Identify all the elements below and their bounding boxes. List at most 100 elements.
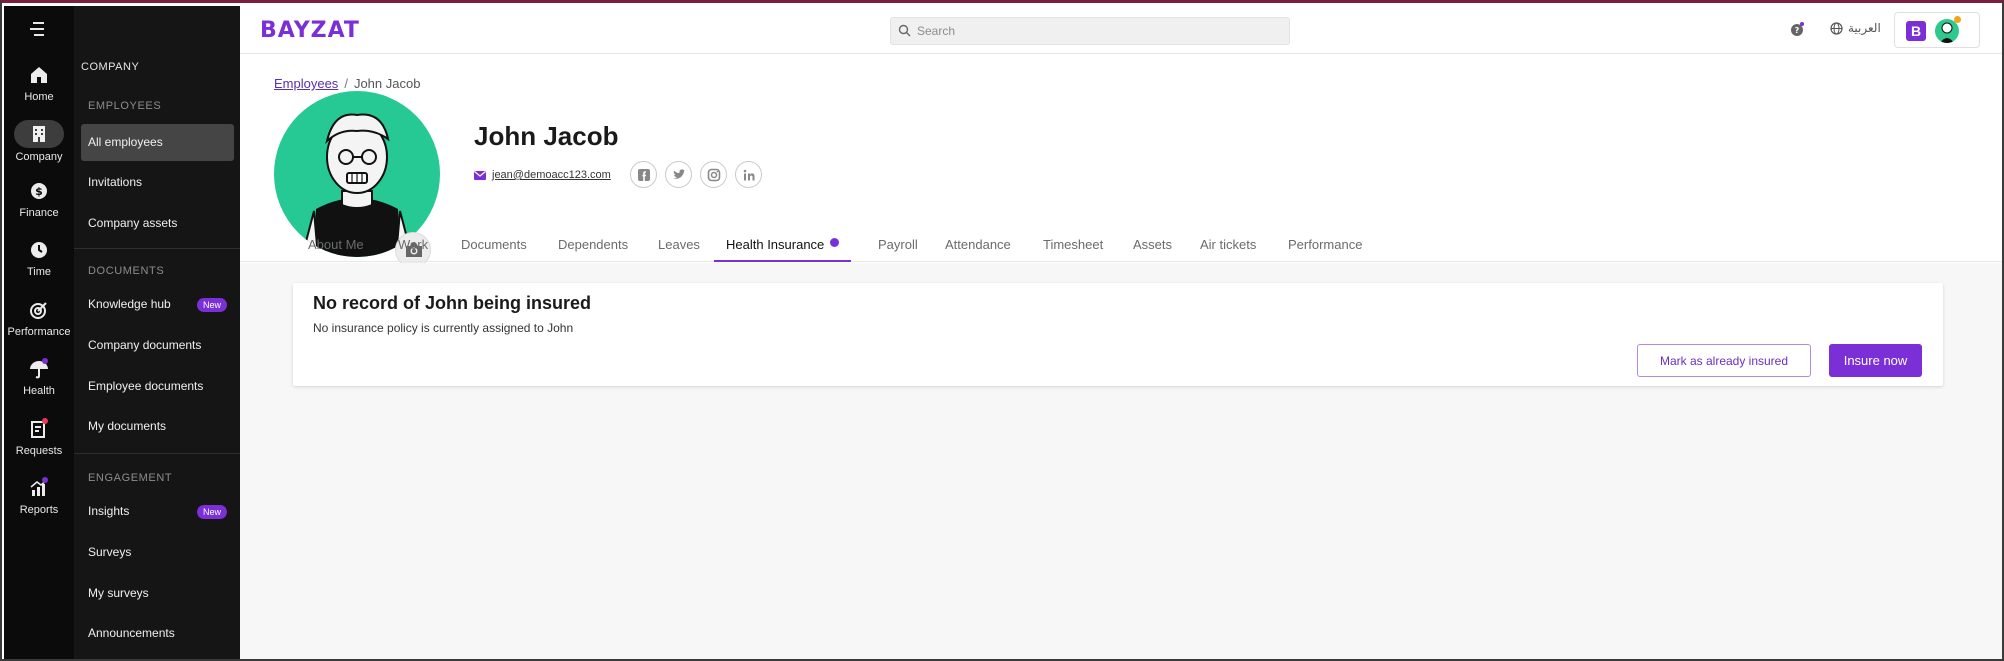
app-window: Home Company $ Finance Time Performance bbox=[0, 0, 2004, 661]
svg-text:$: $ bbox=[35, 185, 43, 198]
divider bbox=[74, 453, 240, 454]
sidebar-item-label: Surveys bbox=[88, 545, 132, 559]
sidebar-item-label: Announcements bbox=[88, 626, 175, 640]
umbrella-icon bbox=[27, 358, 51, 382]
icon-rail: Home Company $ Finance Time Performance bbox=[4, 6, 74, 659]
insurance-empty-state-card: No record of John being insured No insur… bbox=[293, 283, 1943, 386]
card-title: No record of John being insured bbox=[313, 293, 592, 313]
sidebar-item-employee-documents[interactable]: Employee documents bbox=[81, 368, 234, 405]
sidebar-item-surveys[interactable]: Surveys bbox=[81, 534, 234, 571]
home-icon bbox=[27, 64, 51, 88]
search-input[interactable] bbox=[917, 18, 1277, 44]
sidebar-title: COMPANY bbox=[81, 61, 140, 73]
sidebar-item-invitations[interactable]: Invitations bbox=[81, 164, 234, 201]
notification-dot bbox=[42, 358, 48, 364]
tab-assets[interactable]: Assets bbox=[1133, 227, 1172, 262]
twitter-icon bbox=[673, 169, 686, 179]
globe-icon bbox=[1830, 21, 1843, 35]
mark-as-insured-button[interactable]: Mark as already insured bbox=[1637, 344, 1811, 377]
sidebar-item-label: Employee documents bbox=[88, 379, 204, 393]
rail-item-time[interactable]: Time bbox=[4, 239, 74, 278]
tab-air-tickets[interactable]: Air tickets bbox=[1200, 227, 1256, 262]
facebook-button[interactable] bbox=[630, 161, 657, 188]
new-badge: New bbox=[196, 298, 227, 312]
facebook-icon bbox=[638, 169, 650, 181]
search-icon bbox=[898, 24, 911, 37]
brand-logo[interactable]: BAYZAT bbox=[260, 18, 360, 43]
tab-attendance[interactable]: Attendance bbox=[945, 227, 1011, 262]
sidebar-item-my-surveys[interactable]: My surveys bbox=[81, 575, 234, 612]
card-description: No insurance policy is currently assigne… bbox=[313, 321, 574, 335]
sidebar-section-heading: DOCUMENTS bbox=[88, 265, 165, 277]
linkedin-button[interactable] bbox=[735, 161, 762, 188]
rail-item-home[interactable]: Home bbox=[4, 64, 74, 103]
language-switch[interactable]: العربية bbox=[1830, 21, 1881, 35]
menu-icon[interactable] bbox=[28, 21, 48, 37]
tab-health-insurance[interactable]: Health Insurance bbox=[714, 227, 852, 262]
rail-label: Health bbox=[23, 385, 55, 397]
sidebar-item-label: Insights bbox=[88, 504, 130, 518]
sidebar-item-label: Invitations bbox=[88, 175, 143, 189]
help-icon[interactable]: ? bbox=[1790, 22, 1804, 36]
twitter-button[interactable] bbox=[665, 161, 692, 188]
email-link[interactable]: jean@demoacc123.com bbox=[492, 169, 611, 181]
rail-item-company[interactable]: Company bbox=[4, 120, 74, 163]
sidebar-item-company-assets[interactable]: Company assets bbox=[81, 205, 234, 242]
tab-panel-health-insurance: No record of John being insured No insur… bbox=[240, 263, 2002, 659]
rail-item-reports[interactable]: Reports bbox=[4, 477, 74, 516]
mail-icon bbox=[474, 170, 486, 180]
tab-performance[interactable]: Performance bbox=[1288, 227, 1362, 262]
info-icon bbox=[830, 238, 840, 247]
rail-label: Time bbox=[26, 266, 52, 278]
notification-dot bbox=[42, 418, 48, 424]
rail-label: Reports bbox=[19, 504, 59, 516]
target-icon bbox=[27, 299, 51, 323]
clock-icon bbox=[27, 239, 51, 263]
employee-name: John Jacob bbox=[474, 121, 619, 151]
tab-label: Health Insurance bbox=[726, 237, 825, 252]
sidebar-item-company-documents[interactable]: Company documents bbox=[81, 327, 234, 364]
rail-label: Finance bbox=[19, 207, 59, 219]
rail-item-requests[interactable]: Requests bbox=[4, 418, 74, 457]
sidebar-item-all-employees[interactable]: All employees bbox=[81, 124, 234, 161]
rail-item-performance[interactable]: Performance bbox=[4, 299, 74, 338]
rail-label: Company bbox=[15, 151, 63, 163]
top-bar: BAYZAT ? العربية B bbox=[240, 6, 2002, 54]
instagram-button[interactable] bbox=[700, 161, 727, 188]
search-box[interactable] bbox=[890, 17, 1290, 45]
svg-text:?: ? bbox=[1795, 26, 1800, 35]
request-icon bbox=[27, 418, 51, 442]
tab-work[interactable]: Work bbox=[398, 227, 428, 262]
tab-documents[interactable]: Documents bbox=[461, 227, 527, 262]
sidebar-item-knowledge-hub[interactable]: Knowledge hub New bbox=[81, 286, 234, 323]
tab-dependents[interactable]: Dependents bbox=[558, 227, 628, 262]
instagram-icon bbox=[707, 168, 721, 182]
sidebar-item-label: My documents bbox=[88, 419, 167, 433]
notification-dot bbox=[42, 477, 48, 483]
tab-timesheet[interactable]: Timesheet bbox=[1043, 227, 1103, 262]
employee-email: jean@demoacc123.com bbox=[474, 169, 611, 181]
breadcrumb-separator: / bbox=[344, 76, 348, 91]
sidebar-section-heading: ENGAGEMENT bbox=[88, 472, 173, 484]
rail-label: Home bbox=[24, 91, 54, 103]
linkedin-icon bbox=[743, 169, 755, 181]
rail-item-finance[interactable]: $ Finance bbox=[4, 180, 74, 219]
sidebar-item-label: Company documents bbox=[88, 338, 202, 352]
tab-leaves[interactable]: Leaves bbox=[658, 227, 700, 262]
breadcrumb: Employees / John Jacob bbox=[274, 76, 420, 91]
rail-item-health[interactable]: Health bbox=[4, 358, 74, 397]
company-badge: B bbox=[1906, 21, 1926, 41]
tab-about-me[interactable]: About Me bbox=[308, 227, 364, 262]
sidebar-item-my-documents[interactable]: My documents bbox=[81, 408, 234, 445]
account-switcher[interactable]: B bbox=[1894, 12, 1980, 48]
status-dot bbox=[1954, 16, 1961, 23]
breadcrumb-employees-link[interactable]: Employees bbox=[274, 76, 338, 91]
tab-payroll[interactable]: Payroll bbox=[878, 227, 918, 262]
rail-label: Requests bbox=[15, 445, 63, 457]
main-content: Employees / John Jacob John Jacob jean@d… bbox=[240, 55, 2002, 659]
sidebar-item-insights[interactable]: Insights New bbox=[81, 493, 234, 530]
sidebar-item-label: All employees bbox=[88, 135, 163, 149]
sidebar-item-label: My surveys bbox=[88, 586, 149, 600]
insure-now-button[interactable]: Insure now bbox=[1829, 344, 1922, 377]
sidebar-item-announcements[interactable]: Announcements bbox=[81, 615, 234, 652]
